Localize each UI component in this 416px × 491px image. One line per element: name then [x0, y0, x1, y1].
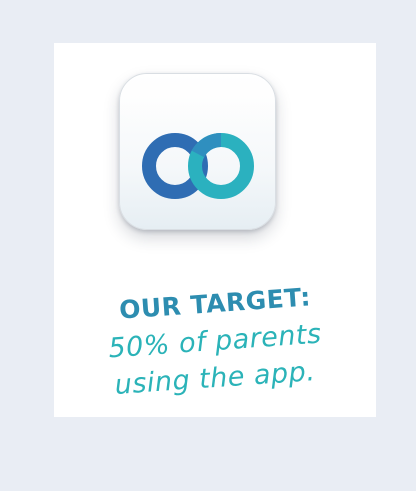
page: OUR TARGET: 50% of parents using the app…: [0, 0, 416, 491]
app-icon: [119, 73, 276, 230]
poster-card: OUR TARGET: 50% of parents using the app…: [54, 43, 376, 417]
infinity-logo-icon: [142, 133, 254, 199]
